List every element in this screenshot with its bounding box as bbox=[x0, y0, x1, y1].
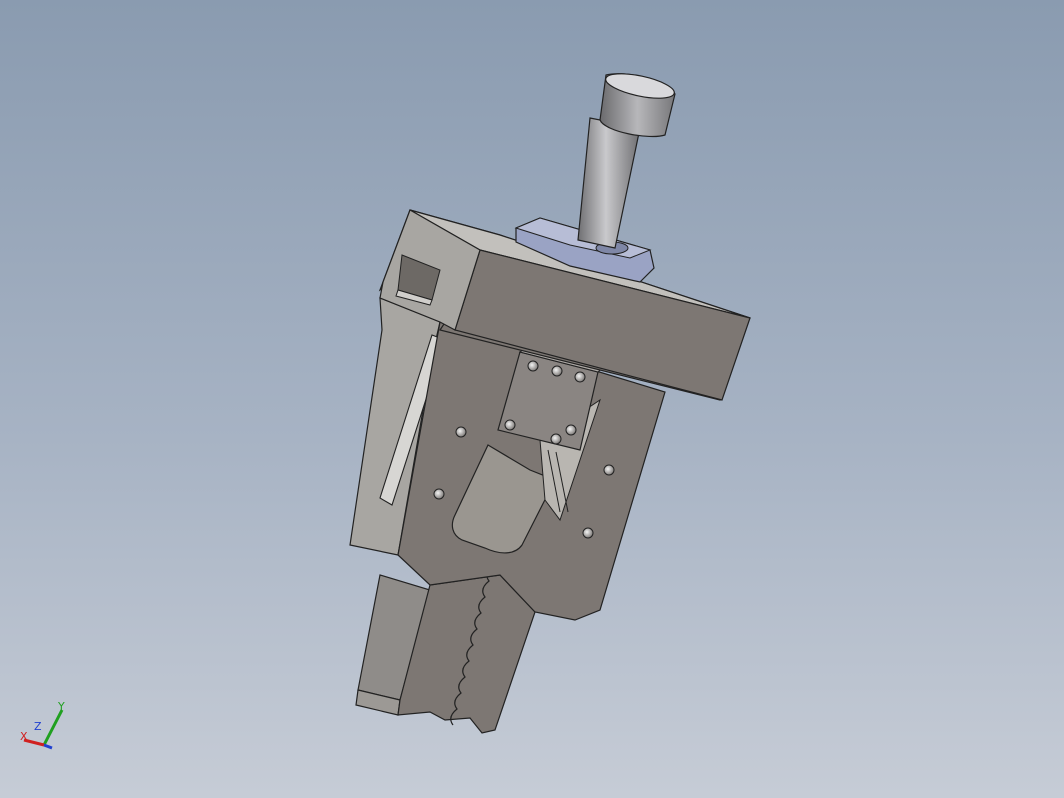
plunger-pin[interactable] bbox=[577, 69, 676, 249]
x-axis-label: X bbox=[20, 730, 28, 743]
z-axis-line bbox=[43, 743, 53, 750]
z-axis-label: Z bbox=[34, 720, 42, 733]
y-axis-line bbox=[42, 709, 64, 746]
coordinate-triad: Y X Z bbox=[20, 700, 65, 750]
cad-viewport[interactable]: Y X Z bbox=[0, 0, 1064, 798]
lower-jaw[interactable] bbox=[355, 564, 536, 734]
y-axis-label: Y bbox=[57, 700, 65, 713]
3d-model-view[interactable] bbox=[0, 0, 1064, 798]
